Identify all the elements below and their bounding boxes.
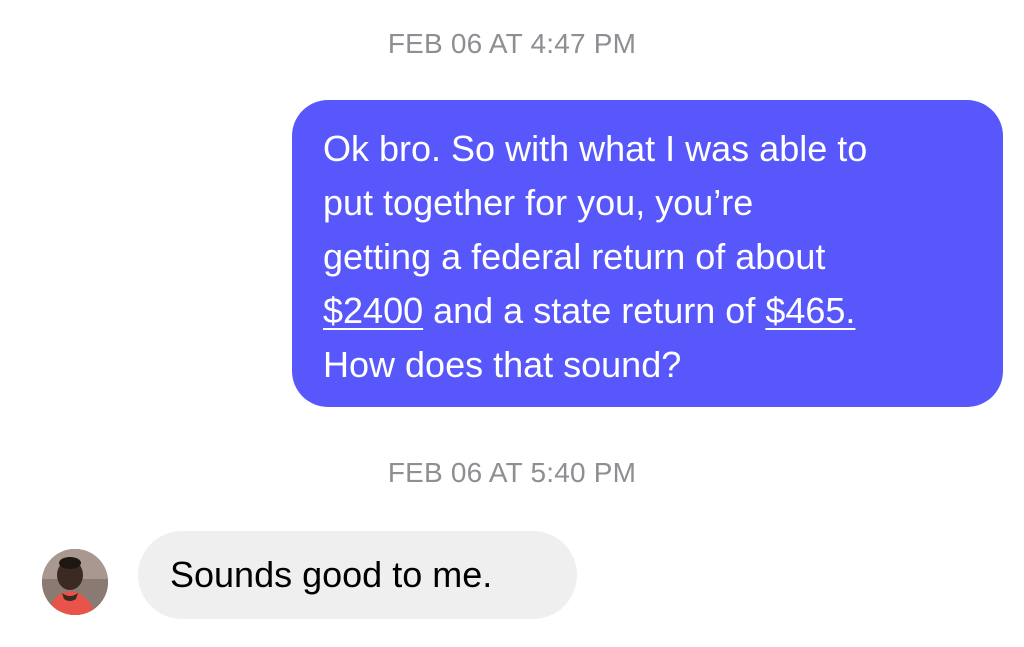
user-avatar-photo[interactable] [42, 549, 108, 615]
message-line: How does that sound? [323, 344, 682, 385]
message-line: put together for you, you’re [323, 182, 754, 223]
timestamp-second: FEB 06 AT 5:40 PM [387, 457, 637, 488]
message-text: and a state return of [423, 290, 766, 331]
message-line-amounts: $2400 and a state return of $465. [323, 284, 973, 338]
person-avatar-icon [42, 549, 108, 615]
message-line: Ok bro. So with what I was able to [323, 128, 868, 169]
message-line: getting a federal return of about [323, 236, 826, 277]
state-amount-link[interactable]: $465. [765, 290, 855, 331]
federal-amount-link[interactable]: $2400 [323, 290, 423, 331]
timestamp-first: FEB 06 AT 4:47 PM [387, 28, 637, 59]
outgoing-message-bubble[interactable]: Ok bro. So with what I was able to put t… [292, 100, 1003, 407]
incoming-message-bubble[interactable]: Sounds good to me. [138, 531, 577, 619]
